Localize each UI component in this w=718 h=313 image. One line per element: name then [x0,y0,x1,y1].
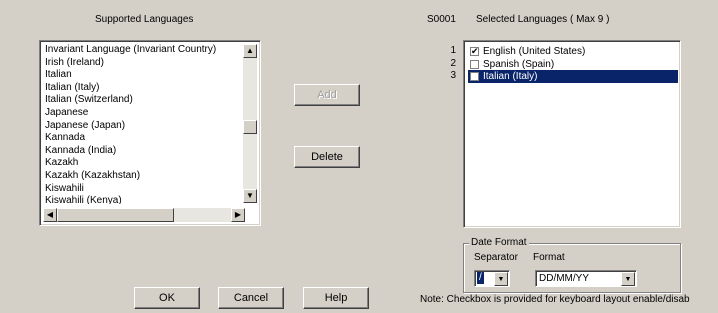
scroll-up-icon[interactable]: ▲ [243,44,257,58]
selected-count: S0001 [427,14,456,25]
selected-languages-title: Selected Languages ( Max 9 ) [476,14,610,25]
language-list-item[interactable]: Kannada [44,132,244,145]
supported-languages-list: Invariant Language (Invariant Country) Ir… [44,44,244,204]
separator-label: Separator [474,252,518,263]
selected-language-label: English (United States) [483,46,586,57]
format-label: Format [533,252,565,263]
horizontal-scroll-thumb[interactable] [57,208,174,222]
language-list-item[interactable]: Kazakh [44,157,244,170]
selected-row-number: 3 [450,70,456,81]
scroll-thumb[interactable] [243,120,257,134]
footer-note: Note: Checkbox is provided for keyboard … [420,294,690,305]
selected-languages-listbox[interactable]: ✔ English (United States) Spanish (Spain) I… [463,40,681,228]
scroll-down-icon[interactable]: ▼ [243,189,257,203]
selected-row-number: 1 [450,45,456,56]
language-list-item[interactable]: Invariant Language (Invariant Country) [44,44,244,57]
language-list-item[interactable]: Kiswahili [44,183,244,196]
format-dropdown[interactable]: DD/MM/YY ▼ [535,270,637,287]
format-value: DD/MM/YY [539,273,589,284]
scroll-left-icon[interactable]: ◀ [43,208,57,222]
selected-language-label: Spanish (Spain) [483,58,555,70]
language-list-item[interactable]: Kiswahili (Kenya) [44,195,244,204]
enable-keyboard-checkbox[interactable] [470,59,479,69]
separator-dropdown-icon[interactable]: ▼ [494,272,508,286]
language-list-item[interactable]: Kannada (India) [44,145,244,158]
selected-language-item[interactable]: ✔ English (United States) [468,45,678,58]
format-dropdown-icon[interactable]: ▼ [621,272,635,286]
ok-button[interactable]: OK [134,287,200,309]
separator-dropdown[interactable]: / ▼ [474,270,510,287]
selected-language-item[interactable]: Spanish (Spain) [468,58,678,71]
selected-language-item[interactable]: Italian (Italy) [468,70,678,83]
enable-keyboard-checkbox[interactable]: ✔ [470,47,479,56]
help-button[interactable]: Help [303,287,369,309]
supported-languages-title: Supported Languages [95,14,194,25]
language-list-item[interactable]: Italian (Italy) [44,82,244,95]
enable-keyboard-checkbox[interactable] [470,72,479,81]
date-format-title: Date Format [469,237,529,248]
horizontal-scrollbar[interactable]: ◀ ▶ [43,208,245,222]
add-button[interactable]: Add [294,84,360,106]
cancel-button[interactable]: Cancel [218,287,284,309]
language-list-item[interactable]: Italian [44,69,244,82]
selected-row-number: 2 [450,57,456,69]
language-settings-dialog: Supported Languages Invariant Language (… [0,0,718,313]
vertical-scrollbar[interactable]: ▲ ▼ [243,44,257,203]
supported-languages-listbox[interactable]: Invariant Language (Invariant Country) Ir… [39,40,261,226]
language-list-item[interactable]: Kazakh (Kazakhstan) [44,170,244,183]
language-list-item[interactable]: Irish (Ireland) [44,57,244,70]
separator-value: / [477,272,484,284]
scroll-right-icon[interactable]: ▶ [231,208,245,222]
date-format-group: Date Format Separator Format / ▼ DD/MM/Y… [463,237,681,293]
language-list-item[interactable]: Italian (Switzerland) [44,94,244,107]
delete-button[interactable]: Delete [294,146,360,168]
language-list-item[interactable]: Japanese (Japan) [44,120,244,133]
selected-language-label: Italian (Italy) [483,71,538,82]
language-list-item[interactable]: Japanese [44,107,244,120]
